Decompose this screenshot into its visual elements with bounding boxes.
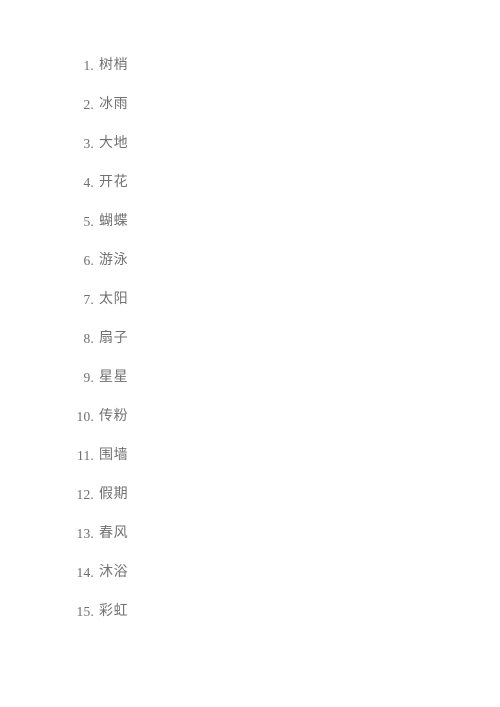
list-item-marker: 5. (83, 214, 94, 229)
list-item: 13. 春风 (0, 514, 500, 553)
list-item-marker: 11. (77, 448, 94, 463)
list-item-text: 星星 (99, 369, 129, 385)
list-item-marker: 1. (83, 58, 94, 73)
list-item: 8. 扇子 (0, 319, 500, 358)
list-item-marker: 2. (83, 97, 94, 112)
list-item: 5. 蝴蝶 (0, 202, 500, 241)
list-item-marker: 4. (83, 175, 94, 190)
list-item-marker: 9. (83, 370, 94, 385)
list-item: 11. 围墙 (0, 436, 500, 475)
list-item-marker: 14. (76, 565, 94, 580)
list-item-text: 冰雨 (99, 96, 129, 112)
list-item-marker: 13. (76, 526, 94, 541)
list-item: 10. 传粉 (0, 397, 500, 436)
list-item-text: 假期 (99, 486, 129, 502)
list-item-text: 游泳 (99, 252, 129, 268)
list-item-marker: 8. (83, 331, 94, 346)
list-item-marker: 6. (83, 253, 94, 268)
list-item: 6. 游泳 (0, 241, 500, 280)
list-item: 2. 冰雨 (0, 85, 500, 124)
list-item-text: 围墙 (99, 447, 129, 463)
list-item: 12. 假期 (0, 475, 500, 514)
list-item: 15. 彩虹 (0, 592, 500, 631)
list-item: 3. 大地 (0, 124, 500, 163)
list-item-text: 太阳 (99, 291, 129, 307)
list-item-text: 扇子 (99, 330, 129, 346)
list-item-marker: 10. (76, 409, 94, 424)
list-item-marker: 7. (83, 292, 94, 307)
list-item-marker: 15. (76, 604, 94, 619)
document-body: 1. 树梢 2. 冰雨 3. 大地 4. 开花 5. 蝴蝶 6. 游泳 7. 太阳 8. 扇子 9. 星星 10. 传… (0, 0, 500, 631)
list-item-text: 蝴蝶 (99, 213, 129, 229)
list-item: 1. 树梢 (0, 46, 500, 85)
document-page: 1. 树梢 2. 冰雨 3. 大地 4. 开花 5. 蝴蝶 6. 游泳 7. 太阳 8. 扇子 9. 星星 10. 传… (0, 0, 500, 707)
list-item-text: 春风 (99, 525, 129, 541)
list-item-text: 树梢 (99, 57, 129, 73)
list-item-marker: 12. (76, 487, 94, 502)
numbered-word-list: 1. 树梢 2. 冰雨 3. 大地 4. 开花 5. 蝴蝶 6. 游泳 7. 太阳 8. 扇子 9. 星星 10. 传… (0, 46, 500, 631)
list-item: 14. 沐浴 (0, 553, 500, 592)
list-item-text: 传粉 (99, 408, 129, 424)
list-item-text: 大地 (99, 135, 129, 151)
list-item-text: 彩虹 (99, 603, 129, 619)
list-item: 7. 太阳 (0, 280, 500, 319)
list-item: 9. 星星 (0, 358, 500, 397)
list-item-marker: 3. (83, 136, 94, 151)
list-item-text: 开花 (99, 174, 129, 190)
list-item-text: 沐浴 (99, 564, 129, 580)
list-item: 4. 开花 (0, 163, 500, 202)
